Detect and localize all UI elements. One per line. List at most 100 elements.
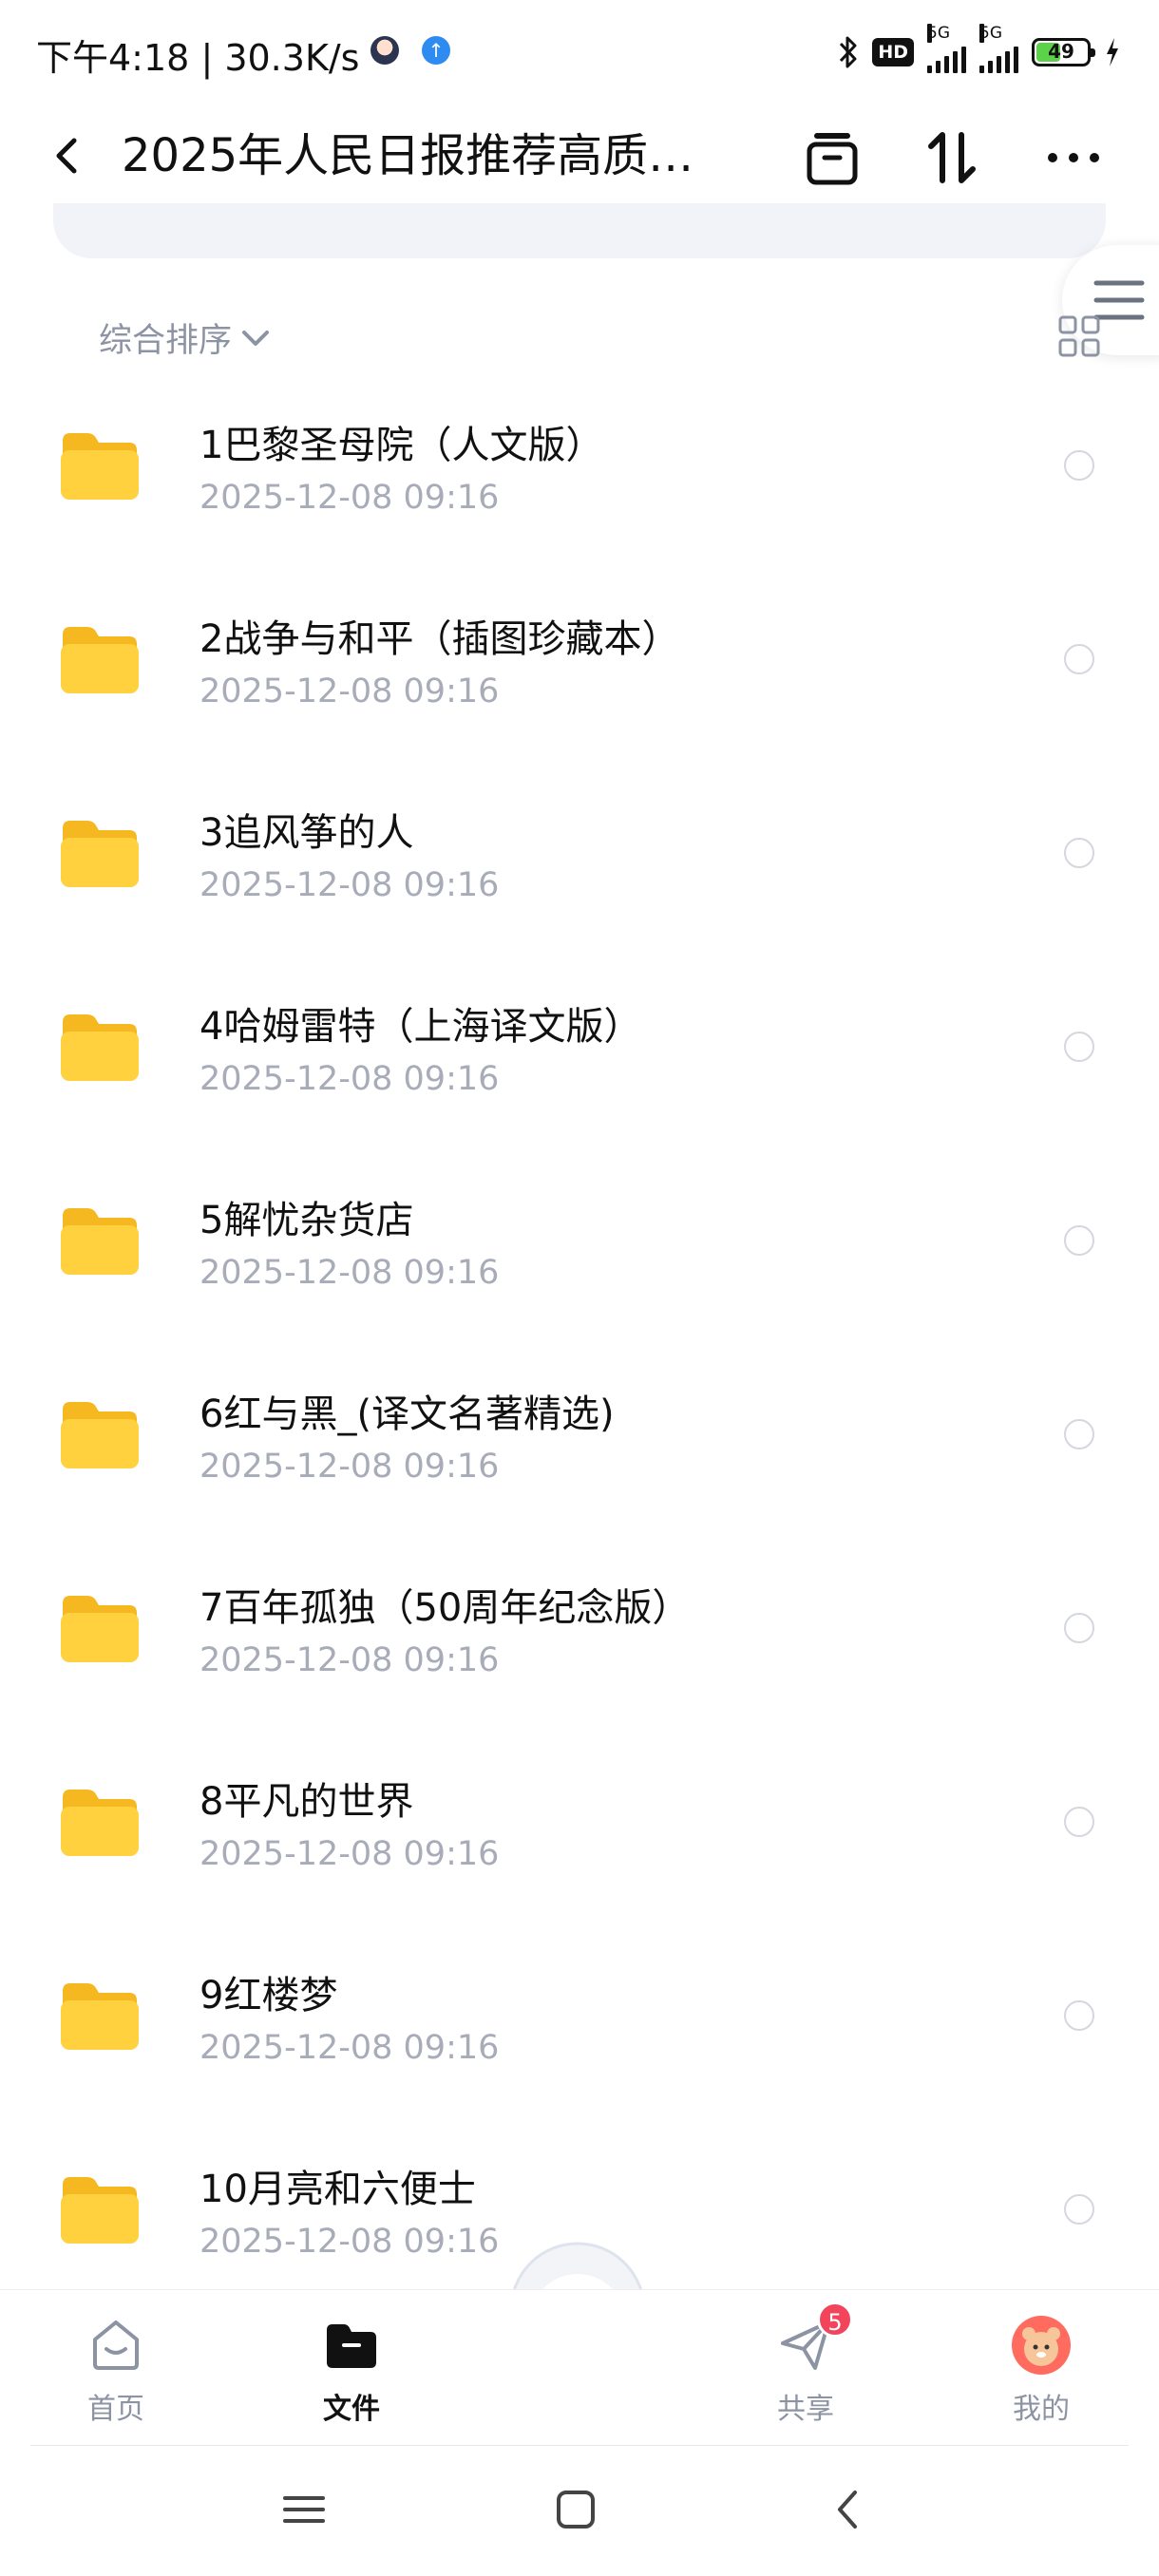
signal-icon-2: 5G [979, 24, 1018, 73]
system-back-button[interactable] [819, 2479, 880, 2540]
back-arrow-icon [838, 2491, 857, 2529]
system-navigation-bar [0, 2445, 1159, 2576]
battery-tip [1091, 48, 1095, 57]
file-name: 2战争与和平（插图珍藏本） [200, 617, 680, 661]
chevron-left-icon [56, 138, 77, 174]
folder-icon [57, 1784, 141, 1860]
folder-icon [57, 2171, 141, 2247]
file-date: 2025-12-08 09:16 [200, 1835, 500, 1873]
file-date: 2025-12-08 09:16 [200, 672, 500, 710]
back-button[interactable] [38, 125, 99, 186]
select-checkbox[interactable] [1064, 644, 1094, 674]
folder-icon [57, 427, 141, 503]
folder-row-9[interactable]: 9红楼梦 2025-12-08 09:16 [0, 1936, 1159, 2130]
chevron-down-icon [242, 330, 270, 346]
select-checkbox[interactable] [1064, 1032, 1094, 1062]
status-separator: | [200, 37, 225, 79]
file-date: 2025-12-08 09:16 [200, 479, 500, 517]
file-name: 9红楼梦 [200, 1974, 338, 2017]
file-date: 2025-12-08 09:16 [200, 1641, 500, 1679]
sort-label: 综合排序 [99, 322, 233, 360]
tab-home[interactable]: 首页 [49, 2303, 182, 2436]
file-name: 4哈姆雷特（上海译文版） [200, 1005, 642, 1049]
status-bar: 下午4:18 | 30.3K/s ↑ HD 5G 5G 49 [0, 0, 1159, 104]
signal-icon-1: 5G [927, 24, 966, 73]
select-checkbox[interactable] [1064, 2194, 1094, 2225]
top-app-bar: 2025年人民日报推荐高质… [0, 104, 1159, 209]
more-options-button[interactable] [1039, 123, 1108, 192]
select-checkbox[interactable] [1064, 2000, 1094, 2031]
folder-row-4[interactable]: 4哈姆雷特（上海译文版） 2025-12-08 09:16 [0, 967, 1159, 1161]
hd-voice-icon: HD [872, 38, 914, 66]
folder-row-2[interactable]: 2战争与和平（插图珍藏本） 2025-12-08 09:16 [0, 579, 1159, 773]
select-checkbox[interactable] [1064, 838, 1094, 868]
sort-order-button[interactable] [918, 123, 986, 192]
search-bar-edge [53, 203, 1106, 258]
select-checkbox[interactable] [1064, 1419, 1094, 1449]
folder-icon [57, 1396, 141, 1472]
tab-share-label: 共享 [777, 2393, 834, 2426]
share-badge: 5 [817, 2301, 853, 2338]
select-checkbox[interactable] [1064, 450, 1094, 481]
file-name: 1巴黎圣母院（人文版） [200, 424, 604, 467]
sort-arrows-icon [928, 132, 976, 183]
tab-mine[interactable]: 我的 [975, 2303, 1108, 2436]
status-time: 下午4:18 | 30.3K/s [36, 28, 359, 81]
app-notification-icon [370, 36, 399, 65]
archive-button[interactable] [798, 123, 866, 192]
select-checkbox[interactable] [1064, 1807, 1094, 1837]
folder-icon [57, 621, 141, 697]
file-date: 2025-12-08 09:16 [200, 2223, 500, 2261]
status-icons: HD 5G 5G 49 [838, 24, 1121, 76]
file-date: 2025-12-08 09:16 [200, 1060, 500, 1098]
file-date: 2025-12-08 09:16 [200, 1448, 500, 1486]
select-checkbox[interactable] [1064, 1613, 1094, 1643]
folder-icon [57, 1203, 141, 1279]
folder-row-3[interactable]: 3追风筝的人 2025-12-08 09:16 [0, 773, 1159, 967]
folder-row-7[interactable]: 7百年孤独（50周年纪念版） 2025-12-08 09:16 [0, 1548, 1159, 1742]
tab-mine-label: 我的 [1013, 2393, 1070, 2426]
sort-dropdown[interactable]: 综合排序 [99, 313, 272, 362]
file-name: 3追风筝的人 [200, 811, 414, 855]
tab-files[interactable]: 文件 [285, 2303, 418, 2436]
home-face-icon [86, 2315, 146, 2376]
system-menu-button[interactable] [274, 2479, 334, 2540]
tab-home-label: 首页 [87, 2393, 144, 2426]
files-folder-icon [321, 2315, 382, 2376]
paper-plane-icon: 5 [775, 2301, 853, 2376]
file-name: 5解忧杂货店 [200, 1199, 414, 1242]
system-home-button[interactable] [545, 2479, 606, 2540]
network-speed: 30.3K/s [224, 37, 360, 79]
page-title: 2025年人民日报推荐高质… [122, 129, 694, 182]
signal-2-label: 5G [979, 24, 1002, 43]
folder-row-5[interactable]: 5解忧杂货店 2025-12-08 09:16 [0, 1161, 1159, 1354]
menu-icon [283, 2496, 325, 2523]
file-name: 7百年孤独（50周年纪念版） [200, 1586, 691, 1630]
folder-row-8[interactable]: 8平凡的世界 2025-12-08 09:16 [0, 1742, 1159, 1936]
folder-icon [57, 1590, 141, 1666]
divider [30, 2445, 1129, 2446]
signal-1-label: 5G [927, 24, 950, 43]
file-date: 2025-12-08 09:16 [200, 2029, 500, 2067]
grid-view-toggle[interactable] [1058, 315, 1100, 357]
user-avatar-icon [1011, 2315, 1072, 2376]
battery-icon: 49 [1032, 38, 1095, 66]
file-name: 10月亮和六便士 [200, 2168, 476, 2211]
status-clock: 下午4:18 [36, 37, 190, 79]
bluetooth-icon [838, 34, 859, 70]
tab-files-label: 文件 [323, 2393, 380, 2426]
folder-row-6[interactable]: 6红与黑_(译文名著精选) 2025-12-08 09:16 [0, 1354, 1159, 1548]
grid-view-icon [1058, 315, 1100, 357]
folder-icon [57, 1009, 141, 1085]
bottom-navigation: 首页 文件 5 共享 我的 [0, 2289, 1159, 2444]
folder-icon [57, 1978, 141, 2054]
folder-icon [57, 815, 141, 891]
folder-row-1[interactable]: 1巴黎圣母院（人文版） 2025-12-08 09:16 [0, 386, 1159, 579]
more-dots-icon [1048, 153, 1099, 162]
upload-notification-icon: ↑ [422, 36, 450, 65]
select-checkbox[interactable] [1064, 1225, 1094, 1256]
charging-icon [1104, 36, 1121, 68]
file-date: 2025-12-08 09:16 [200, 866, 500, 904]
archive-box-icon [807, 133, 858, 185]
tab-share[interactable]: 5 共享 [739, 2301, 872, 2436]
